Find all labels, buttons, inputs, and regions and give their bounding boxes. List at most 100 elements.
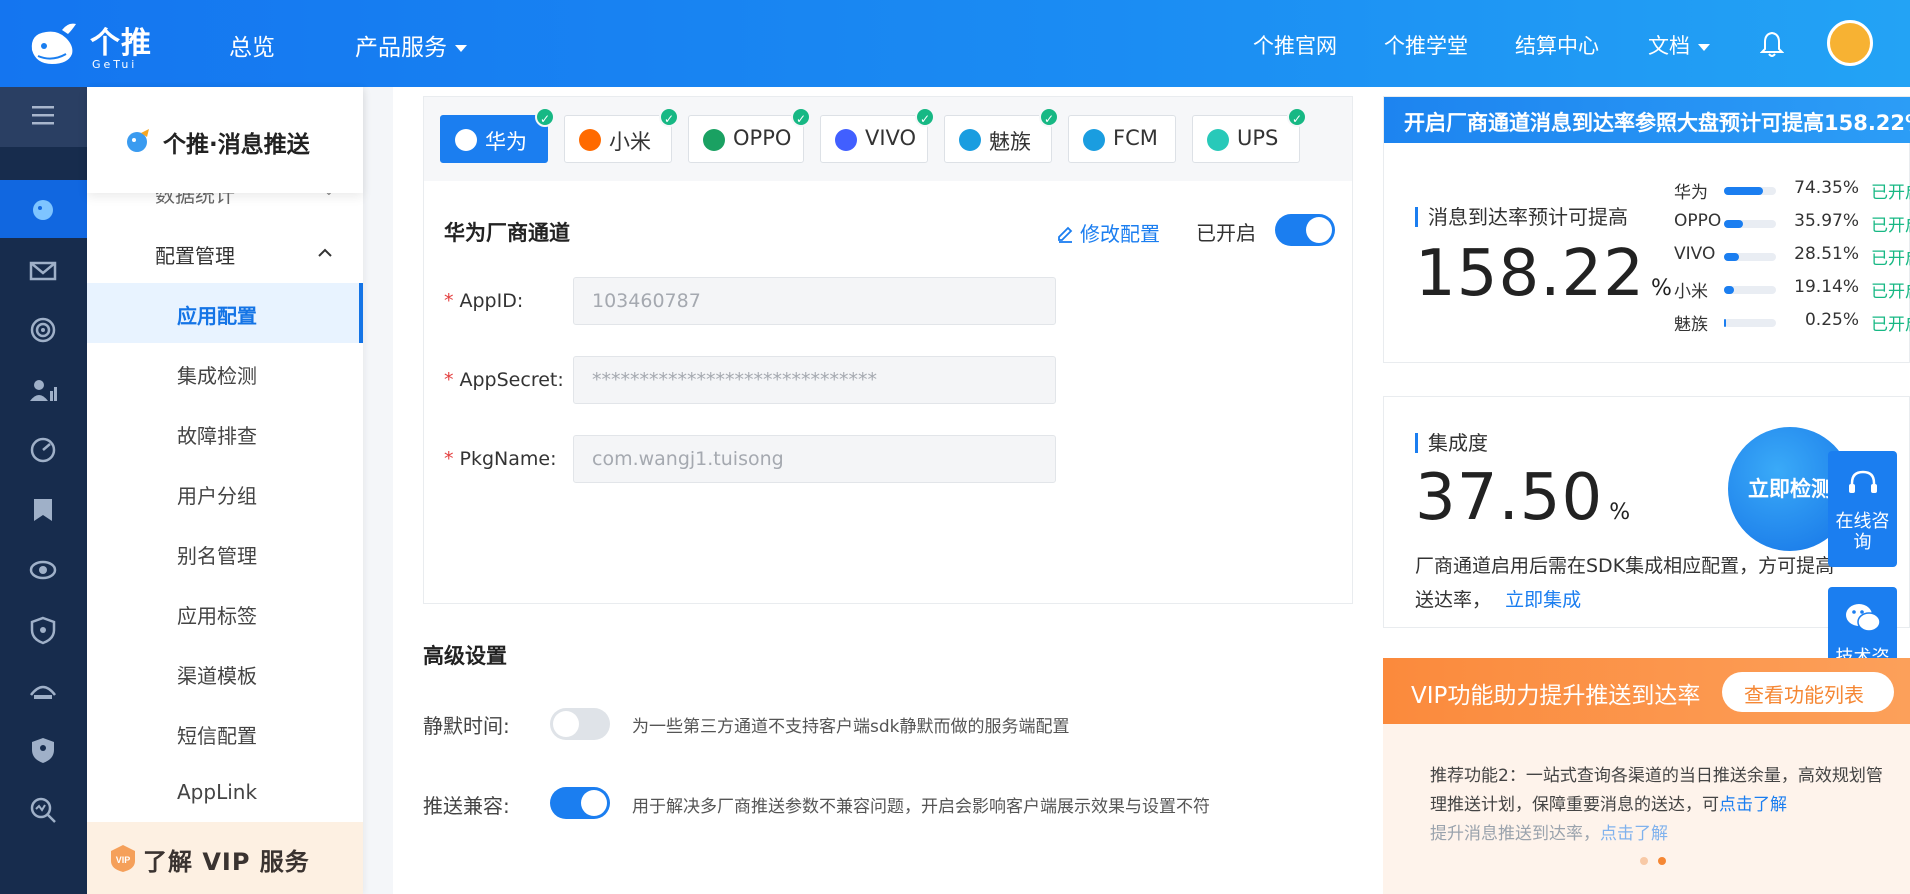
vip-text: 推荐功能2：一站式查询各渠道的当日推送余量，高效规划管理推送计划，保障重要消息的…: [1430, 766, 1883, 815]
vendor-rate-pct: 74.35%: [1794, 178, 1859, 198]
vivo-icon: [835, 129, 857, 151]
pkgname-field[interactable]: com.wangj1.tuisong: [573, 435, 1056, 483]
sidebar-item-troubleshoot[interactable]: 故障排查: [177, 420, 257, 449]
chevron-down-icon: [455, 45, 467, 52]
reach-rate-unit: %: [1650, 276, 1673, 301]
vip-badge-icon: VIP: [111, 845, 135, 872]
carousel-dot-active[interactable]: [1658, 857, 1666, 865]
sidebar-item-app-tags[interactable]: 应用标签: [177, 600, 257, 629]
tab-oppo-label: OPPO: [733, 126, 792, 150]
nav-academy[interactable]: 个推学堂: [1384, 30, 1468, 60]
menu-toggle[interactable]: [0, 87, 87, 147]
vendor-rate-bar: [1724, 253, 1776, 261]
learn-more-link[interactable]: 点击了解: [1719, 795, 1787, 815]
tab-huawei[interactable]: 华为 ✓: [440, 107, 555, 163]
logo-subtext: GeTui: [92, 58, 138, 71]
gauge-icon[interactable]: [28, 435, 58, 465]
sidebar-item-app-config[interactable]: 应用配置: [177, 300, 257, 329]
vendor-status: 已开启: [1871, 216, 1910, 236]
sidebar-item-channel-template[interactable]: 渠道模板: [177, 660, 257, 689]
tab-huawei-label: 华为: [485, 130, 527, 154]
silent-time-desc: 为一些第三方通道不支持客户端sdk静默而做的服务端配置: [632, 717, 1070, 737]
tab-ups-label: UPS: [1237, 126, 1279, 150]
nav-group-config[interactable]: 配置管理: [155, 240, 235, 269]
silent-time-label: 静默时间:: [423, 714, 510, 738]
logo-text: 个推: [90, 26, 152, 61]
wechat-icon: [1846, 604, 1881, 632]
nav-overview[interactable]: 总览: [229, 28, 275, 62]
vendor-rate-row: VIVO 28.51% 已开启: [1674, 244, 1910, 270]
svg-text:VIP: VIP: [116, 855, 131, 865]
appsecret-label: * AppSecret:: [444, 369, 564, 391]
vendor-rate-row: 魅族 0.25% 已开启: [1674, 310, 1910, 336]
book-icon[interactable]: [28, 495, 58, 525]
edit-icon: [1058, 226, 1073, 243]
appid-field[interactable]: 103460787: [573, 277, 1056, 325]
tab-fcm[interactable]: FCM: [1068, 115, 1176, 163]
channel-status-label: 已开启: [1196, 221, 1256, 245]
nav-docs[interactable]: 文档: [1648, 30, 1710, 60]
tab-oppo[interactable]: OPPO ✓: [688, 107, 811, 163]
channel-enable-toggle[interactable]: [1275, 214, 1335, 246]
integrate-now-link[interactable]: 立即集成: [1505, 589, 1581, 611]
vendor-tabs: 华为 ✓ 小米 ✓ OPPO ✓ VIVO ✓ 魅族 ✓ FCM UPS ✓: [424, 97, 1352, 181]
meizu-icon: [959, 129, 981, 151]
headset-icon: [1849, 470, 1877, 493]
edit-config-button[interactable]: 修改配置: [1056, 218, 1160, 247]
tab-meizu[interactable]: 魅族 ✓: [944, 107, 1059, 163]
nav-official-site[interactable]: 个推官网: [1253, 30, 1337, 60]
avatar[interactable]: [1827, 20, 1873, 66]
eye-icon[interactable]: [28, 555, 58, 585]
sidebar-item-integration-check[interactable]: 集成检测: [177, 360, 257, 389]
online-consult-button[interactable]: 在线咨询: [1828, 451, 1897, 567]
learn-more-link-2[interactable]: 点击了解: [1600, 824, 1668, 844]
check-icon: ✓: [791, 107, 811, 127]
shield-network-icon[interactable]: [28, 615, 58, 645]
user-analytics-icon[interactable]: [28, 375, 58, 405]
bell-icon[interactable]: [1760, 30, 1784, 58]
nav-products[interactable]: 产品服务: [355, 28, 467, 62]
vip-service-banner[interactable]: VIP 了解 VIP 服务: [87, 822, 363, 894]
nav-overview-label: 总览: [229, 35, 275, 61]
carousel-dot[interactable]: [1640, 857, 1648, 865]
toggle-knob: [581, 790, 607, 816]
fingerprint-icon[interactable]: [28, 315, 58, 345]
channel-title: 华为厂商通道: [444, 221, 570, 245]
getui-logo[interactable]: 个推 GeTui: [28, 14, 153, 72]
view-features-button[interactable]: 查看功能列表: [1722, 672, 1894, 712]
vendor-status: 已开启: [1871, 249, 1910, 269]
sidebar-item-applink[interactable]: AppLink: [177, 780, 257, 804]
appsecret-field[interactable]: ******************************: [573, 356, 1056, 404]
mail-icon[interactable]: [28, 255, 58, 285]
chevron-down-icon: [1698, 43, 1710, 51]
pkgname-label: * PkgName:: [444, 448, 557, 470]
tab-xiaomi[interactable]: 小米 ✓: [564, 107, 679, 163]
tab-ups[interactable]: UPS ✓: [1192, 107, 1307, 163]
push-compat-desc: 用于解决多厂商推送参数不兼容问题，开启会影响客户端展示效果与设置不符: [632, 797, 1210, 817]
vendor-rate-fill: [1724, 286, 1734, 294]
monitor-search-icon[interactable]: [28, 795, 58, 825]
integration-desc-line2: 送达率， 立即集成: [1415, 585, 1581, 612]
sidebar-item-alias[interactable]: 别名管理: [177, 540, 257, 569]
reach-rate-banner: 开启厂商通道消息到达率参照大盘预计可提高158.22%: [1384, 97, 1910, 143]
vendor-name: 魅族: [1674, 315, 1708, 335]
vendor-rate-row: 华为 74.35% 已开启: [1674, 178, 1910, 204]
silent-time-toggle[interactable]: [550, 708, 610, 740]
chevron-up-icon[interactable]: [317, 247, 333, 257]
vendor-status: 已开启: [1871, 315, 1910, 335]
vendor-name: 小米: [1674, 282, 1708, 302]
advanced-settings-title: 高级设置: [423, 644, 507, 668]
whale-logo-icon: [31, 23, 76, 65]
nav-billing[interactable]: 结算中心: [1515, 30, 1599, 60]
integration-title: 集成度: [1415, 433, 1488, 453]
sidebar-item-user-group[interactable]: 用户分组: [177, 480, 257, 509]
toggle-knob: [553, 711, 579, 737]
tab-vivo[interactable]: VIVO ✓: [820, 107, 935, 163]
sidebar-item-sms-config[interactable]: 短信配置: [177, 720, 257, 749]
push-compat-toggle[interactable]: [550, 787, 610, 819]
speed-icon[interactable]: [28, 675, 58, 705]
edit-config-label: 修改配置: [1080, 222, 1160, 246]
vendor-status: 已开启: [1871, 282, 1910, 302]
vendor-rate-pct: 0.25%: [1804, 310, 1859, 330]
secure-user-icon[interactable]: [28, 735, 58, 765]
